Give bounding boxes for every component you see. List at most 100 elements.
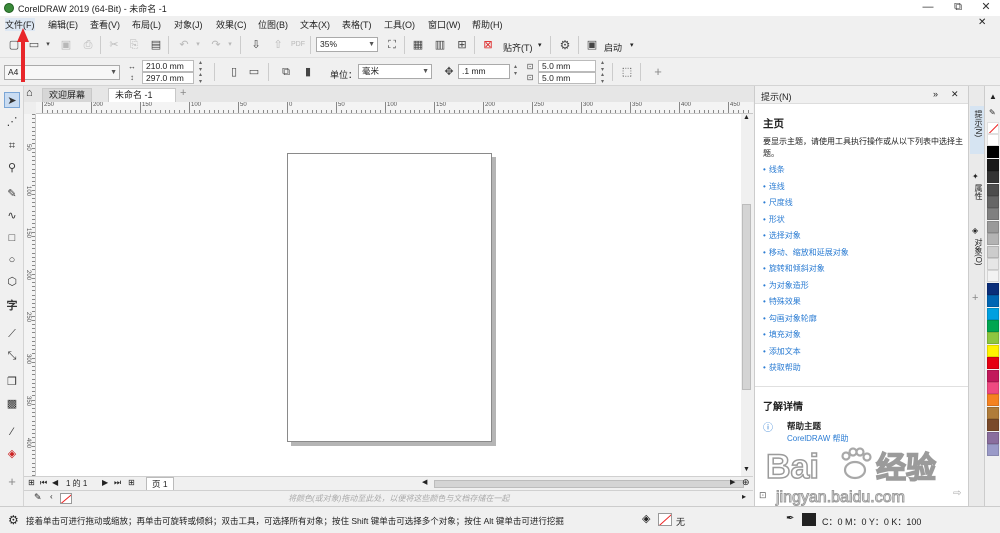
minimize-button[interactable]: — [916, 0, 940, 16]
first-page-icon[interactable]: ⏮ [40, 478, 47, 488]
units-select[interactable]: 毫米 ▼ [358, 64, 432, 79]
next-page-icon[interactable]: ▶ [102, 478, 108, 487]
text-tool-icon[interactable]: 字 [4, 298, 20, 314]
eyedropper-icon[interactable]: ✎ [34, 492, 42, 503]
color-swatch[interactable] [987, 419, 999, 432]
menu-bitmaps[interactable]: 位图(B) [258, 18, 288, 31]
color-swatch[interactable] [987, 196, 999, 208]
duplicate-x-input[interactable]: 5.0 mm [538, 60, 596, 72]
options-gear-icon[interactable]: ⚙ [557, 37, 573, 53]
add-tool-plus-icon[interactable]: + [4, 474, 20, 490]
color-swatch[interactable] [987, 158, 999, 171]
document-page[interactable] [287, 153, 492, 442]
hint-link[interactable]: • 旋转和倾斜对象 [763, 263, 825, 274]
home-icon[interactable]: ⌂ [26, 87, 33, 99]
publish-pdf-icon[interactable]: PDF [290, 37, 306, 53]
last-page-icon[interactable]: ⏭ [114, 478, 121, 488]
color-swatch[interactable] [987, 208, 999, 221]
show-guidelines-icon[interactable]: ⊞ [454, 37, 470, 53]
color-swatch[interactable] [987, 320, 999, 332]
color-swatch[interactable] [987, 382, 999, 394]
full-screen-icon[interactable]: ⛶ [384, 37, 400, 53]
hint-link[interactable]: • 为对象造形 [763, 280, 809, 291]
connector-tool-icon[interactable]: ⤡ [4, 348, 20, 364]
undo-dropdown-icon[interactable]: ▾ [190, 37, 206, 53]
zoom-level-select[interactable]: 35% ▼ [316, 37, 378, 52]
duplicate-y-stepper[interactable]: ▴ ▾ [598, 72, 607, 85]
duplicate-y-input[interactable]: 5.0 mm [538, 72, 596, 84]
color-swatch[interactable] [987, 183, 999, 196]
snap-off-icon[interactable]: ⊠ [480, 37, 496, 53]
hint-link[interactable]: • 添加文本 [763, 346, 801, 357]
hint-link[interactable]: • 连线 [763, 181, 785, 192]
vertical-scrollbar[interactable]: ▲ ▼ [741, 114, 753, 476]
parallel-dimension-tool-icon[interactable]: ⟋ [4, 326, 20, 342]
ellipse-tool-icon[interactable]: ○ [4, 252, 20, 268]
pick-tool-icon[interactable]: ➤ [4, 92, 20, 108]
snap-to-dropdown[interactable]: 贴齐(T) [503, 41, 533, 54]
paste-icon[interactable]: ▤ [148, 37, 164, 53]
tab-untitled-1[interactable]: 未命名 -1 [108, 88, 176, 102]
menu-help[interactable]: 帮助(H) [472, 18, 503, 31]
redo-dropdown-icon[interactable]: ▾ [222, 37, 238, 53]
zoom-tool-icon[interactable]: ⚲ [4, 160, 20, 176]
page-width-input[interactable]: 210.0 mm [142, 60, 194, 72]
palette-eyedropper-icon[interactable]: ✎ [989, 108, 996, 117]
scroll-down-icon[interactable]: ▼ [743, 466, 750, 473]
horizontal-scroll-thumb[interactable] [434, 480, 744, 488]
no-color-swatch[interactable] [60, 493, 72, 504]
color-swatch[interactable] [987, 406, 999, 419]
outline-color-swatch[interactable] [802, 513, 816, 526]
close-button[interactable]: ✕ [974, 0, 998, 16]
menu-table[interactable]: 表格(T) [342, 18, 372, 31]
menu-edit[interactable]: 编辑(E) [48, 18, 78, 31]
portrait-icon[interactable]: ▯ [226, 64, 242, 80]
show-grid-icon[interactable]: ▥ [432, 37, 448, 53]
color-swatch[interactable] [987, 258, 999, 270]
tab-properties[interactable]: 属性 [970, 184, 984, 214]
color-swatch[interactable] [987, 282, 999, 295]
color-swatch[interactable] [987, 332, 999, 345]
hint-link[interactable]: • 移动、缩放和延展对象 [763, 247, 849, 258]
menu-text[interactable]: 文本(X) [300, 18, 330, 31]
polygon-tool-icon[interactable]: ⬡ [4, 274, 20, 290]
color-swatch[interactable] [987, 220, 999, 233]
rectangle-tool-icon[interactable]: □ [4, 230, 20, 246]
tab-hints[interactable]: 提示(N) [970, 106, 984, 154]
help-topics-link[interactable]: CorelDRAW 帮助 [787, 433, 848, 444]
nudge-distance-input[interactable]: .1 mm [458, 64, 510, 79]
menu-object[interactable]: 对象(J) [174, 18, 203, 31]
scroll-left-icon[interactable]: ◀ [422, 478, 427, 486]
transparency-tool-icon[interactable]: ▩ [4, 396, 20, 412]
drop-shadow-tool-icon[interactable]: ❐ [4, 374, 20, 390]
open-dropdown-icon[interactable]: ▾ [40, 37, 56, 53]
add-toolbar-plus-icon[interactable]: + [650, 64, 666, 80]
scroll-up-icon[interactable]: ▲ [743, 114, 750, 121]
restore-button[interactable]: ⧉ [946, 0, 970, 16]
duplicate-x-stepper[interactable]: ▴ ▾ [598, 60, 607, 73]
launch-app-icon[interactable]: ▣ [584, 37, 600, 53]
fill-none-swatch[interactable] [658, 513, 672, 526]
page-height-input[interactable]: 297.0 mm [142, 72, 194, 84]
docker-close-icon[interactable]: ✕ [951, 89, 959, 100]
navigator-icon[interactable]: ⊕ [742, 477, 750, 488]
menu-window[interactable]: 窗口(W) [428, 18, 461, 31]
page-border-icon[interactable]: ⬚ [619, 64, 635, 80]
color-swatch[interactable] [987, 431, 999, 444]
horizontal-ruler[interactable]: 250 200 150 100 50 0 50 100 150 200 250 300 350 400 45… [36, 102, 753, 114]
menu-close-doc-icon[interactable]: ✕ [978, 17, 986, 28]
page-add-after-icon[interactable]: ⊞ [128, 478, 135, 487]
save-icon[interactable]: ▣ [58, 37, 74, 53]
add-docker-plus-icon[interactable]: + [972, 292, 978, 304]
color-swatch[interactable] [987, 444, 999, 456]
status-gear-icon[interactable]: ⚙ [8, 513, 19, 527]
color-swatch[interactable] [987, 394, 999, 407]
tab-objects[interactable]: 对象(O) [970, 238, 984, 278]
hint-link[interactable]: • 获取帮助 [763, 362, 801, 373]
ruler-corner[interactable] [24, 102, 36, 114]
artistic-media-tool-icon[interactable]: ∿ [4, 208, 20, 224]
new-tab-plus-icon[interactable]: + [180, 87, 186, 99]
launch-dropdown[interactable]: 启动 [604, 41, 622, 54]
tab-welcome-screen[interactable]: 欢迎屏幕 [42, 88, 93, 102]
color-swatch[interactable] [987, 233, 999, 246]
